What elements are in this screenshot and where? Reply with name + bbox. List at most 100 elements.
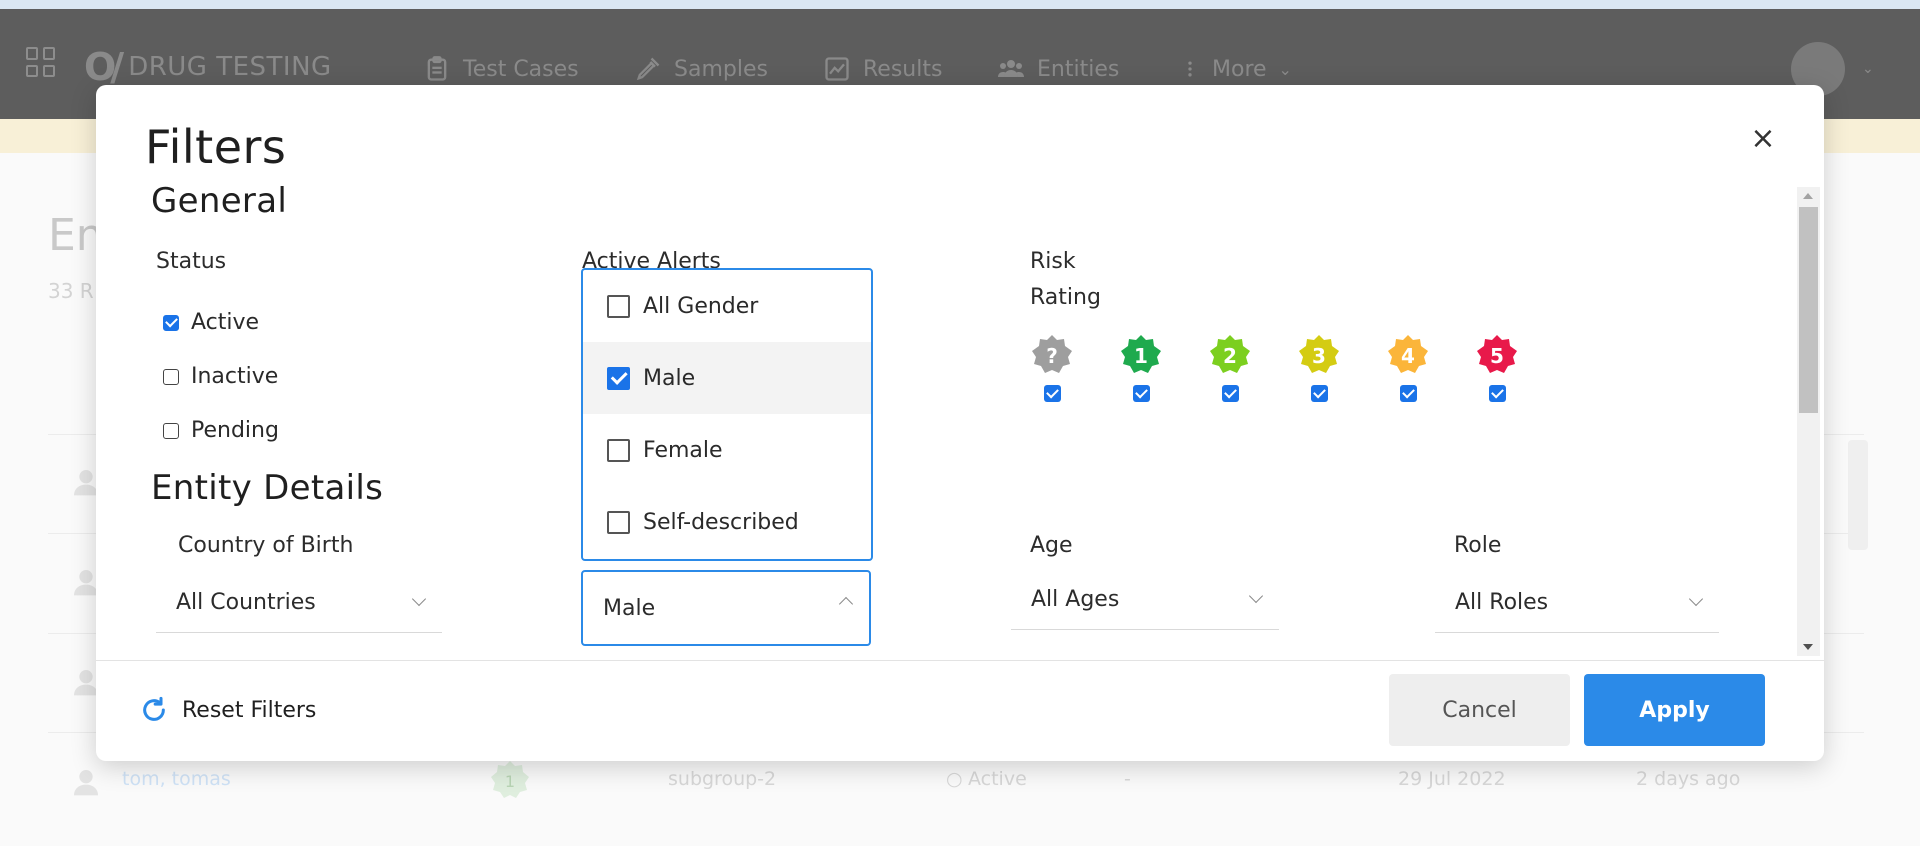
scroll-down-icon[interactable] — [1803, 644, 1813, 650]
scrollbar-thumb[interactable] — [1799, 207, 1818, 413]
refresh-icon — [143, 696, 165, 721]
status-option-inactive[interactable]: Inactive — [163, 364, 278, 389]
option-label: Female — [643, 437, 723, 463]
status-option-active[interactable]: Active — [163, 310, 259, 335]
group-cell: subgroup-2 — [668, 768, 777, 790]
risk-rating-option[interactable]: ? — [1030, 333, 1074, 402]
person-icon — [74, 770, 98, 796]
select-value: All Ages — [1031, 587, 1120, 612]
gender-select[interactable]: Male — [581, 570, 871, 646]
status-option-pending[interactable]: Pending — [163, 418, 279, 443]
brand-mark: O/ — [84, 45, 124, 89]
nav-label: Test Cases — [463, 56, 579, 82]
risk-badge-label: 3 — [1312, 344, 1326, 368]
checkbox[interactable] — [607, 366, 630, 390]
scroll-up-icon[interactable] — [1803, 193, 1813, 199]
country-of-birth-select[interactable]: All Countries — [156, 573, 442, 633]
checkbox[interactable] — [163, 422, 179, 439]
chevron-down-icon[interactable]: ⌄ — [1862, 61, 1874, 77]
risk-badge-icon: 5 — [1477, 335, 1517, 373]
kebab-icon — [1188, 61, 1192, 77]
risk-badge-label: ? — [1046, 344, 1058, 368]
risk-badge-icon: 1 — [491, 761, 529, 798]
risk-badge-label: 1 — [505, 772, 515, 791]
gender-dropdown: All Gender Male Female Self-described — [581, 268, 873, 561]
risk-rating-label-line1: Risk — [1030, 249, 1076, 274]
risk-rating-option[interactable]: 5 — [1475, 333, 1519, 402]
risk-rating-option[interactable]: 2 — [1208, 333, 1252, 402]
background-scrollbar — [1848, 440, 1868, 550]
chevron-down-icon: ⌄ — [1278, 59, 1292, 79]
checkbox[interactable] — [163, 314, 179, 331]
close-icon[interactable]: × — [1745, 121, 1781, 157]
table-row: tom, tomas 1 subgroup-2 ○ Active - 29 Ju… — [0, 756, 1920, 806]
chevron-up-icon — [838, 596, 854, 612]
risk-badge-icon: ? — [1032, 335, 1072, 373]
nav-label: Samples — [674, 56, 768, 82]
checkbox[interactable] — [163, 368, 179, 385]
risk-checkbox[interactable] — [1488, 385, 1506, 402]
status-dot-icon: ○ — [946, 768, 963, 790]
select-value: Male — [603, 595, 656, 621]
role-label: Role — [1454, 533, 1502, 558]
ago-cell: 2 days ago — [1636, 768, 1741, 790]
risk-checkbox[interactable] — [1399, 385, 1417, 402]
nav-results[interactable]: Results — [823, 55, 942, 83]
apply-button[interactable]: Apply — [1584, 674, 1765, 746]
modal-footer: Reset Filters Cancel Apply — [96, 660, 1824, 761]
risk-checkbox[interactable] — [1310, 385, 1328, 402]
checkbox[interactable] — [607, 294, 630, 318]
chart-icon — [825, 57, 849, 81]
option-label: Pending — [191, 418, 279, 443]
entity-name-link[interactable]: tom, tomas — [122, 768, 231, 790]
gender-option-male[interactable]: Male — [583, 342, 871, 414]
nav-test-cases[interactable]: Test Cases — [423, 55, 579, 83]
cancel-button[interactable]: Cancel — [1389, 674, 1570, 746]
checkbox[interactable] — [607, 438, 630, 462]
modal-scrollbar[interactable] — [1797, 187, 1820, 656]
risk-checkbox[interactable] — [1221, 385, 1239, 402]
brand-name: DRUG TESTING — [128, 52, 332, 82]
nav-label: Entities — [1037, 56, 1120, 82]
checkbox[interactable] — [607, 510, 630, 534]
risk-checkbox[interactable] — [1043, 385, 1061, 402]
nav-samples[interactable]: Samples — [634, 55, 768, 83]
risk-badge-icon: 2 — [1210, 335, 1250, 373]
nav-entities[interactable]: Entities — [997, 55, 1119, 83]
risk-badge-label: 5 — [1490, 344, 1504, 368]
risk-rating-option[interactable]: 3 — [1297, 333, 1341, 402]
reset-filters-label: Reset Filters — [182, 697, 317, 723]
pipette-icon — [636, 57, 660, 81]
app-grid-icon[interactable] — [26, 47, 56, 77]
role-select[interactable]: All Roles — [1435, 573, 1719, 633]
select-value: All Roles — [1455, 590, 1549, 615]
age-select[interactable]: All Ages — [1011, 570, 1279, 630]
nav-more[interactable]: More ⌄ — [1180, 55, 1292, 83]
risk-rating-option[interactable]: 1 — [1119, 333, 1163, 402]
dash-cell: - — [1124, 768, 1131, 790]
age-label: Age — [1030, 533, 1073, 558]
filters-modal: Filters × General Status Active Inactive… — [96, 85, 1824, 761]
risk-badge-icon: 1 — [1121, 335, 1161, 373]
modal-title: Filters — [145, 120, 287, 174]
people-icon — [998, 60, 1024, 77]
risk-checkbox[interactable] — [1132, 385, 1150, 402]
chevron-down-icon — [411, 591, 427, 607]
option-label: Self-described — [643, 509, 799, 535]
section-title-entity-details: Entity Details — [151, 468, 384, 508]
risk-badge-label: 2 — [1223, 344, 1237, 368]
select-value: All Countries — [176, 590, 316, 615]
nav-label: More — [1212, 56, 1267, 82]
clipboard-icon — [427, 56, 447, 81]
gender-option-self-described[interactable]: Self-described — [583, 486, 871, 558]
option-label: Inactive — [191, 364, 279, 389]
gender-option-female[interactable]: Female — [583, 414, 871, 486]
nav-label: Results — [863, 56, 943, 82]
risk-badge-label: 1 — [1134, 344, 1148, 368]
risk-rating-option[interactable]: 4 — [1386, 333, 1430, 402]
option-label: Male — [643, 365, 696, 391]
brand-logo[interactable]: O/ DRUG TESTING — [84, 45, 332, 89]
gender-option-all[interactable]: All Gender — [583, 270, 871, 342]
reset-filters-button[interactable]: Reset Filters — [140, 696, 316, 724]
risk-rating-label-line2: Rating — [1030, 285, 1101, 310]
